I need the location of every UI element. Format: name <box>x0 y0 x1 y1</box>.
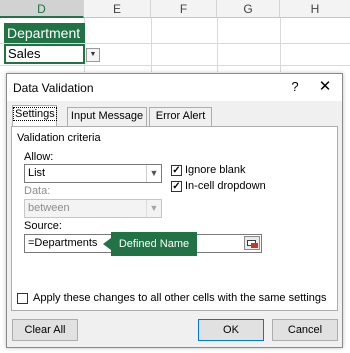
gridline <box>0 65 350 66</box>
in-cell-dropdown-label: In-cell dropdown <box>185 180 266 192</box>
close-icon[interactable]: ✕ <box>316 78 334 96</box>
chevron-down-icon: ▼ <box>146 165 161 182</box>
gridline <box>217 18 218 72</box>
tab-input-message[interactable]: Input Message <box>67 107 147 126</box>
cell-sales-selected[interactable]: Sales <box>4 44 85 64</box>
column-header-d[interactable]: D <box>0 0 84 18</box>
range-select-icon[interactable] <box>244 236 260 250</box>
source-label: Source: <box>24 220 62 232</box>
tab-error-alert[interactable]: Error Alert <box>149 107 212 126</box>
apply-changes-checkbox[interactable] <box>17 293 28 304</box>
ignore-blank-checkbox[interactable]: ✓ <box>171 165 182 176</box>
dialog-titlebar: Data Validation ? ✕ <box>7 74 342 101</box>
tab-settings[interactable]: Settings <box>12 105 57 126</box>
data-label: Data: <box>24 185 51 197</box>
defined-name-callout: Defined Name <box>111 232 197 256</box>
validation-criteria-label: Validation criteria <box>17 132 101 144</box>
column-header-h[interactable]: H <box>280 0 350 18</box>
ok-button[interactable]: OK <box>198 319 264 341</box>
callout-pointer <box>103 238 111 250</box>
cancel-button[interactable]: Cancel <box>272 319 338 341</box>
allow-select[interactable]: List ▼ <box>24 164 162 183</box>
range-select-icon-arrow <box>251 243 258 248</box>
spreadsheet-area: D E F G H Department Sales ▼ <box>0 0 350 72</box>
clear-all-button[interactable]: Clear All <box>12 319 78 341</box>
help-button[interactable]: ? <box>286 78 304 96</box>
gridline <box>151 18 152 72</box>
column-header-g[interactable]: G <box>217 0 280 18</box>
cell-dropdown-button[interactable]: ▼ <box>86 48 100 62</box>
data-select[interactable]: between ▼ <box>24 199 162 218</box>
gridline <box>280 18 281 72</box>
column-header-e[interactable]: E <box>84 0 151 18</box>
cell-department-header[interactable]: Department <box>4 23 85 43</box>
data-value: between <box>28 202 70 214</box>
apply-changes-label: Apply these changes to all other cells w… <box>33 292 327 304</box>
in-cell-dropdown-checkbox[interactable]: ✓ <box>171 181 182 192</box>
data-validation-dialog: Data Validation ? ✕ Settings Input Messa… <box>6 73 343 348</box>
allow-label: Allow: <box>24 151 54 163</box>
dialog-title: Data Validation <box>13 81 94 95</box>
settings-panel <box>11 126 338 311</box>
ignore-blank-label: Ignore blank <box>185 164 246 176</box>
chevron-down-icon: ▼ <box>146 200 161 217</box>
column-header-f[interactable]: F <box>151 0 217 18</box>
allow-value: List <box>28 167 46 179</box>
